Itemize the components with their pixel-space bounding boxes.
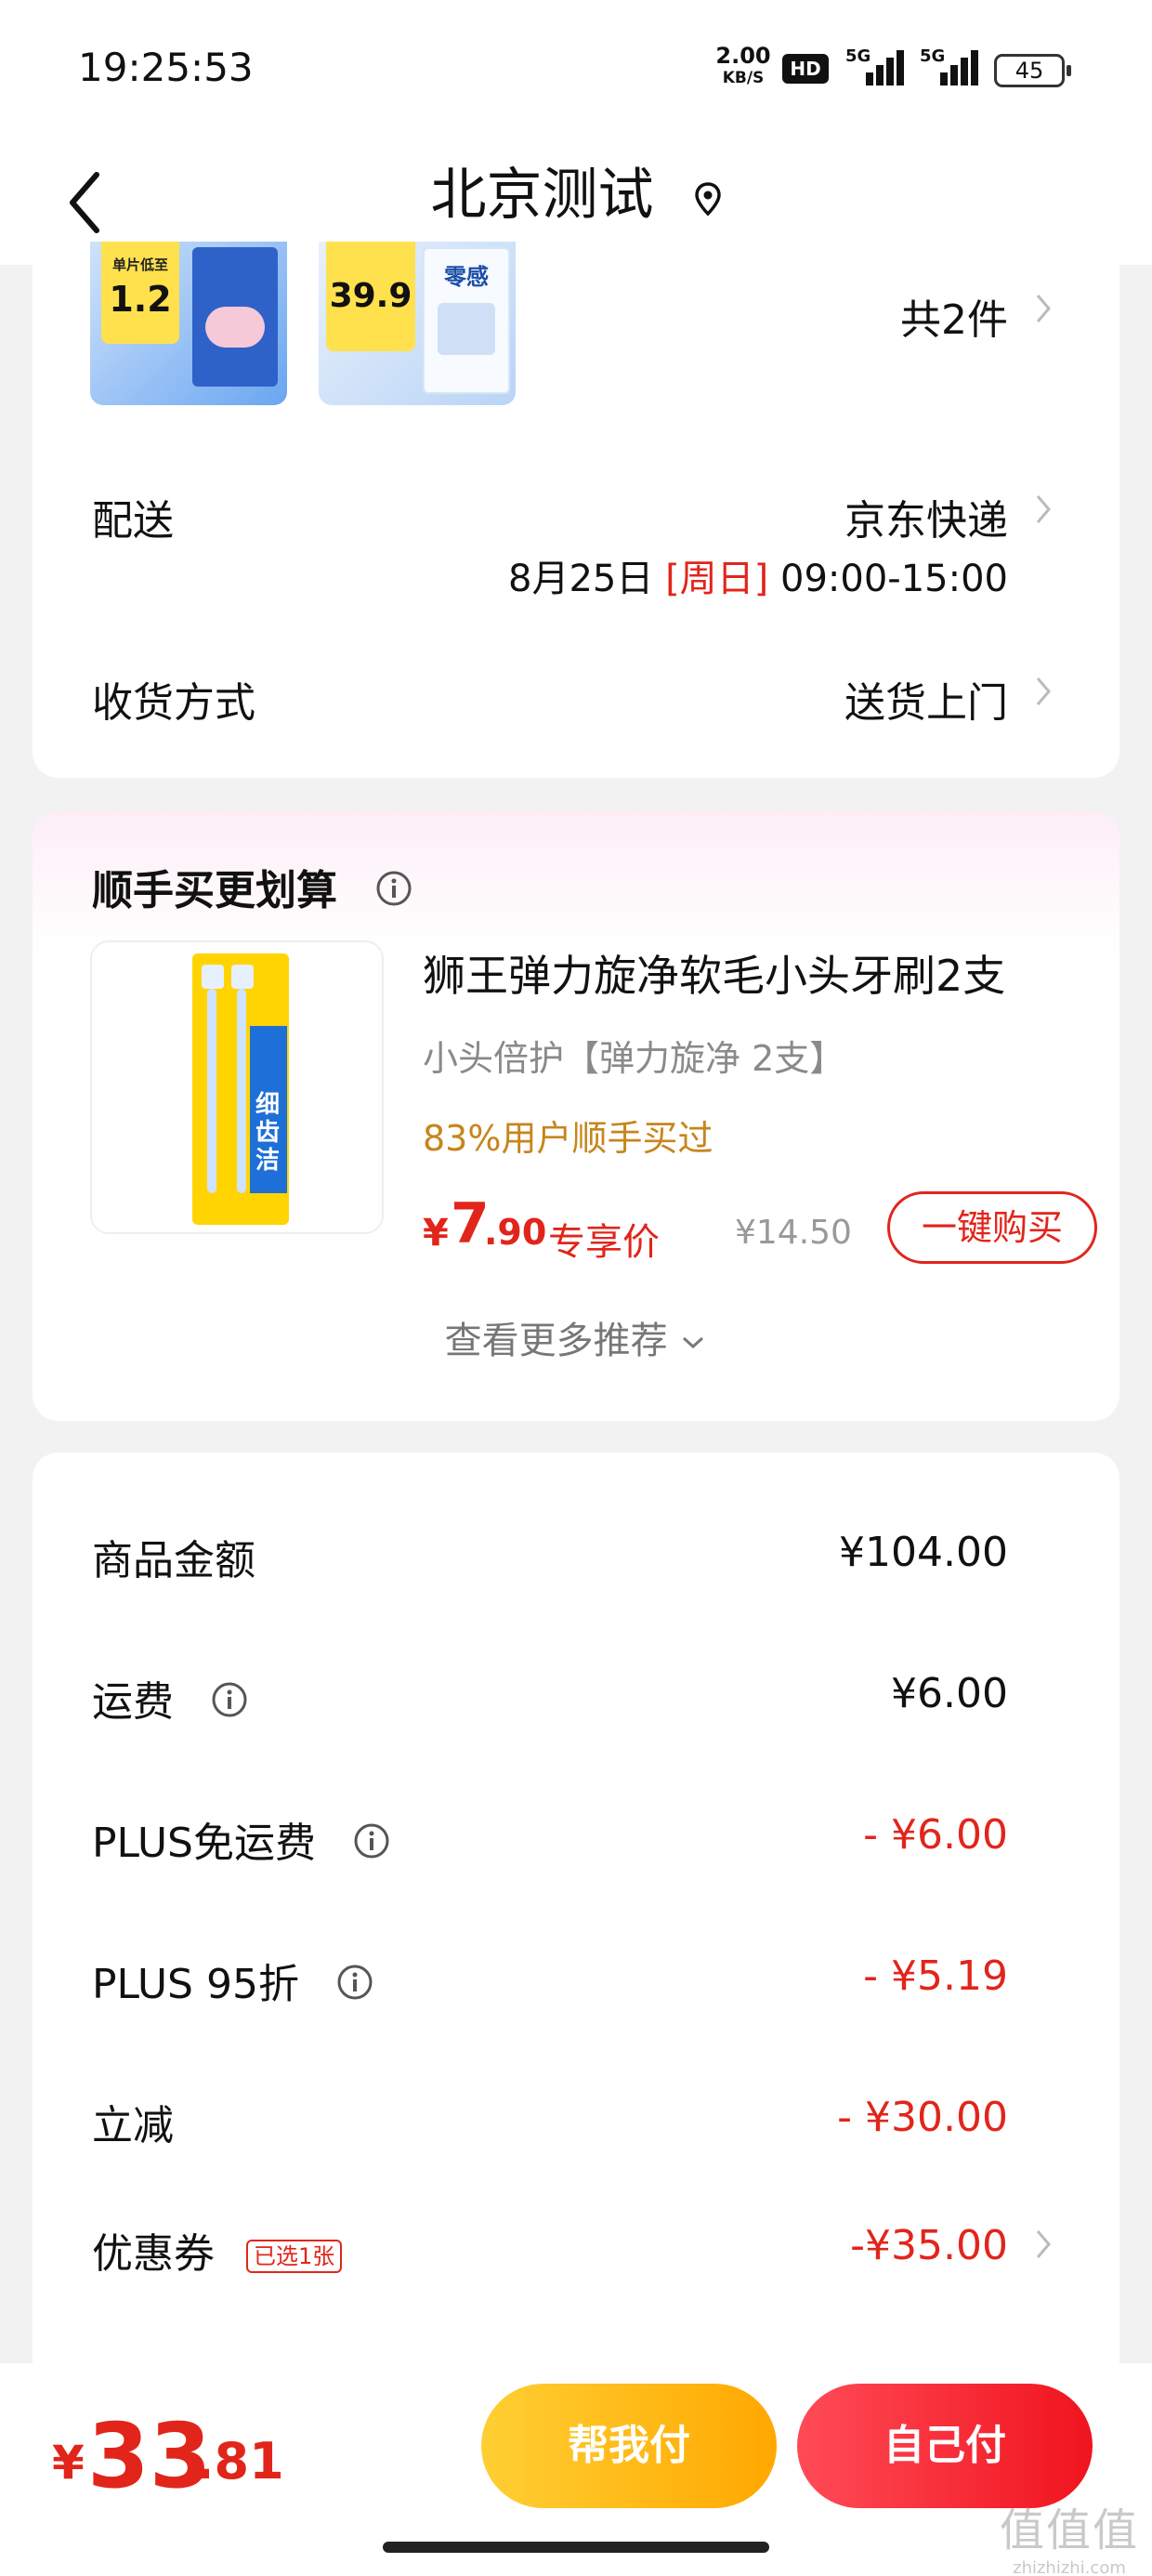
home-indicator[interactable]: [383, 2542, 769, 2553]
coupon-badge: 已选1张: [246, 2240, 343, 2273]
recommend-card: 顺手买更划算 细齿洁 狮王弹力旋净软毛小头牙刷2支 小头倍护【弹力旋净 2支】 …: [33, 810, 1119, 1421]
network-speed: 2.00 KB/S: [715, 45, 771, 89]
summary-row-value: ¥6.00: [891, 1670, 1008, 1717]
battery-icon: 45: [994, 54, 1071, 87]
chevron-right-icon: [1036, 2230, 1051, 2258]
status-bar: 19:25:53 2.00 KB/S HD 5G 5G 45: [0, 0, 1152, 130]
shipping-label: 运费: [92, 1678, 174, 1726]
price-decimal: .90: [484, 1212, 547, 1253]
summary-row-label: 优惠券 已选1张: [92, 2220, 343, 2280]
help-pay-button[interactable]: 帮我付: [481, 2384, 777, 2508]
package-text: 细齿洁: [255, 1091, 281, 1175]
summary-row-label: PLUS免运费: [92, 1809, 390, 1870]
page-title[interactable]: 北京测试: [0, 149, 1152, 244]
total-decimal: .81: [195, 2432, 284, 2491]
thumbnail-price: 39.9: [329, 277, 412, 315]
info-icon[interactable]: [375, 870, 412, 917]
product-thumbnail[interactable]: 39.9 零感: [319, 242, 516, 405]
price-symbol: ¥: [423, 1212, 449, 1255]
watermark-logo: 值值值: [1000, 2504, 1140, 2556]
signal-icon: 5G: [920, 46, 978, 85]
summary-row-value: ¥104.00: [839, 1529, 1008, 1576]
chevron-right-icon: [1036, 495, 1051, 523]
thumbnail-caption: 单片低至: [111, 256, 168, 273]
delivery-schedule[interactable]: 8月25日 [周日] 09:00-15:00: [508, 548, 1008, 602]
chevron-down-icon: [683, 1336, 704, 1349]
price-row: ¥ 7 .90 专享价 ¥14.50 一键购买: [423, 1191, 1097, 1266]
watermark-url: zhizhizhi.com: [1013, 2558, 1126, 2576]
delivery-day: [周日]: [665, 558, 769, 600]
thumbnail-brand: 零感: [444, 264, 489, 290]
signal-label: 5G: [920, 46, 946, 66]
summary-row-label: 立减: [92, 2102, 174, 2149]
recommend-title: 顺手买更划算: [92, 867, 337, 914]
watermark: 值值值 zhizhizhi.com: [1000, 2493, 1139, 2576]
delivery-time: 09:00-15:00: [780, 558, 1008, 600]
product-stat: 83%用户顺手买过: [423, 1118, 713, 1159]
product-thumbnail[interactable]: 单片低至 1.2: [90, 242, 287, 405]
summary-row-value: - ¥6.00: [863, 1811, 1008, 1859]
status-time: 19:25:53: [78, 45, 254, 90]
thumbnail-price: 1.2: [109, 279, 172, 320]
network-speed-unit: KB/S: [722, 69, 765, 87]
delivery-method[interactable]: 京东快递: [844, 487, 1008, 546]
receive-method-label: 收货方式: [92, 679, 255, 727]
coupon-value[interactable]: -¥35.00: [850, 2222, 1008, 2269]
summary-row-label: 运费: [92, 1668, 248, 1728]
coupon-label: 优惠券: [92, 2230, 215, 2278]
back-button[interactable]: [56, 149, 121, 242]
info-icon[interactable]: [336, 1964, 373, 2011]
chevron-right-icon: [1036, 295, 1051, 322]
delivery-date: 8月25日: [508, 558, 654, 600]
summary-row-label: 商品金额: [92, 1537, 255, 1584]
summary-row-value: - ¥5.19: [863, 1952, 1008, 2000]
product-name[interactable]: 狮王弹力旋净软毛小头牙刷2支: [423, 942, 1005, 1004]
back-arrow-icon: [70, 172, 99, 233]
network-speed-value: 2.00: [715, 43, 771, 69]
item-count[interactable]: 共2件: [900, 286, 1008, 346]
bottom-bar: ¥ 33 .81 帮我付 自己付 值值值 zhizhizhi.com: [0, 2363, 1152, 2576]
total-symbol: ¥: [52, 2436, 85, 2490]
hd-icon: HD: [782, 54, 829, 84]
more-recommend-link[interactable]: 查看更多推荐: [33, 1310, 1119, 1364]
plus-free-shipping-label: PLUS免运费: [92, 1820, 316, 1867]
chevron-right-icon: [1036, 677, 1051, 705]
delivery-label: 配送: [92, 497, 174, 545]
location-pin-icon: [694, 151, 722, 244]
product-spec: 小头倍护【弹力旋净 2支】: [423, 1038, 845, 1079]
section-title: 顺手买更划算: [92, 857, 412, 917]
plus-discount-label: PLUS 95折: [92, 1961, 299, 2008]
self-pay-button[interactable]: 自己付: [797, 2384, 1093, 2508]
original-price: ¥14.50: [735, 1214, 852, 1252]
price-tag: 专享价: [548, 1221, 660, 1264]
receive-method[interactable]: 送货上门: [844, 669, 1008, 729]
order-card: 单片低至 1.2 39.9 零感 共2件 配送 京东快递 8月25日 [周日] …: [33, 242, 1119, 778]
product-image[interactable]: 细齿洁: [90, 940, 384, 1234]
info-icon[interactable]: [211, 1681, 248, 1728]
more-recommend-label: 查看更多推荐: [444, 1320, 668, 1362]
signal-label: 5G: [845, 46, 871, 66]
signal-icon: 5G: [845, 46, 904, 85]
total-integer: 33: [87, 2404, 212, 2508]
one-click-buy-button[interactable]: 一键购买: [887, 1191, 1097, 1264]
address-title: 北京测试: [430, 163, 654, 228]
info-icon[interactable]: [353, 1822, 390, 1870]
summary-row-value: - ¥30.00: [837, 2094, 1008, 2141]
summary-row-label: PLUS 95折: [92, 1951, 373, 2011]
